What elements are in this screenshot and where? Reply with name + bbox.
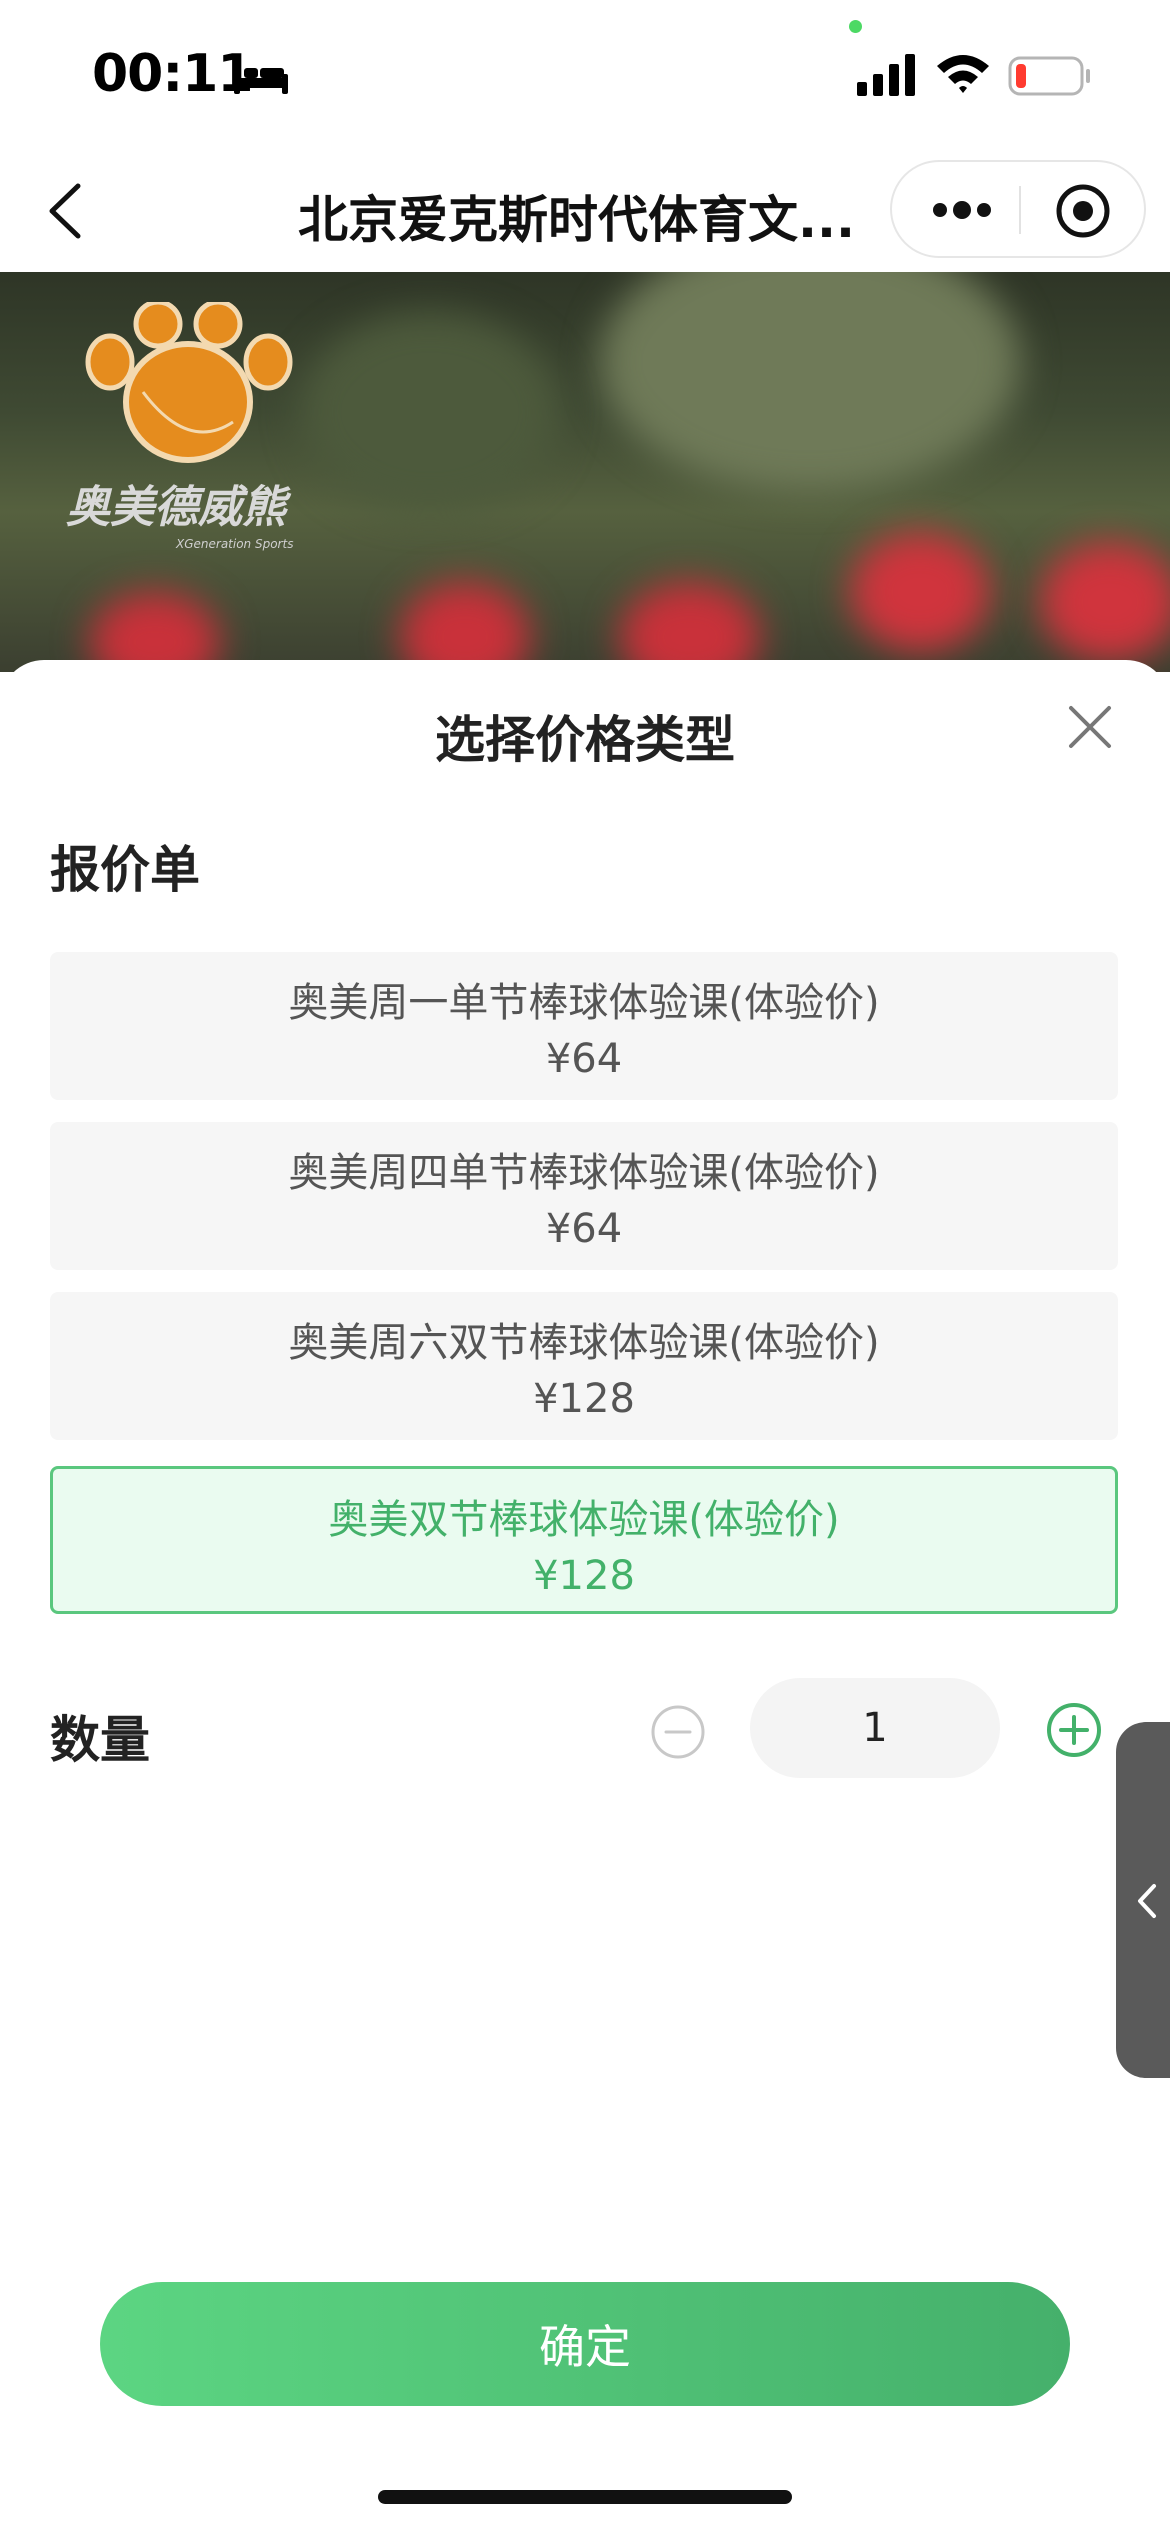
option-name: 奥美周一单节棒球体验课(体验价) — [288, 980, 880, 1026]
chevron-left-icon — [1138, 1884, 1156, 1918]
confirm-button[interactable]: 确定 — [100, 2282, 1070, 2406]
option-name: 奥美双节棒球体验课(体验价) — [328, 1497, 840, 1543]
option-price: ¥64 — [545, 1206, 623, 1252]
option-name: 奥美周六双节棒球体验课(体验价) — [288, 1320, 880, 1366]
svg-text:奥美德威熊: 奥美德威熊 — [66, 482, 292, 533]
price-option[interactable]: 奥美周四单节棒球体验课(体验价) ¥64 — [50, 1122, 1118, 1270]
bed-icon — [234, 64, 288, 94]
status-bar: 00:11 — [0, 0, 1170, 150]
increment-icon[interactable] — [1046, 1702, 1102, 1758]
option-price: ¥128 — [533, 1553, 635, 1599]
target-icon[interactable] — [1054, 182, 1112, 240]
svg-text:XGeneration Sports: XGeneration Sports — [175, 537, 293, 551]
banner-image: 奥美德威熊 XGeneration Sports — [0, 272, 1170, 672]
quantity-input[interactable]: 1 — [750, 1678, 1000, 1778]
cellular-signal-icon — [857, 54, 915, 96]
price-type-sheet: 选择价格类型 报价单 奥美周一单节棒球体验课(体验价) ¥64 奥美周四单节棒球… — [0, 660, 1170, 2532]
option-name: 奥美周四单节棒球体验课(体验价) — [288, 1150, 880, 1196]
privacy-indicator-dot — [849, 20, 862, 33]
capsule-divider — [1019, 186, 1021, 234]
more-icon[interactable] — [930, 192, 994, 228]
battery-low-icon — [1008, 56, 1090, 96]
status-time: 00:11 — [92, 44, 254, 104]
option-price: ¥128 — [533, 1376, 635, 1422]
close-icon[interactable] — [1065, 702, 1115, 752]
page-title: 北京爱克斯时代体育文... — [298, 191, 855, 249]
quote-list-label: 报价单 — [50, 841, 200, 899]
wifi-icon — [937, 55, 989, 93]
quantity-label: 数量 — [50, 1711, 150, 1769]
price-option[interactable]: 奥美周六双节棒球体验课(体验价) ¥128 — [50, 1292, 1118, 1440]
floating-side-tab[interactable] — [1116, 1722, 1170, 2078]
home-indicator — [378, 2490, 792, 2504]
decrement-icon[interactable] — [650, 1704, 706, 1760]
sheet-title: 选择价格类型 — [435, 711, 735, 769]
price-option[interactable]: 奥美周一单节棒球体验课(体验价) ¥64 — [50, 952, 1118, 1100]
back-icon[interactable] — [44, 178, 88, 244]
price-option-selected[interactable]: 奥美双节棒球体验课(体验价) ¥128 — [50, 1466, 1118, 1614]
miniprogram-capsule — [890, 160, 1146, 258]
navigation-bar: 北京爱克斯时代体育文... — [0, 150, 1170, 272]
brand-logo: 奥美德威熊 XGeneration Sports — [66, 302, 293, 551]
option-price: ¥64 — [545, 1036, 623, 1082]
